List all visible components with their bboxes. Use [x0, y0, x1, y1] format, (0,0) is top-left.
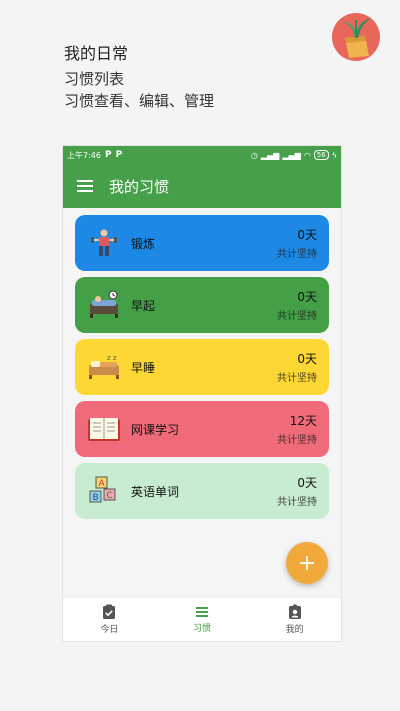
phone-screen: 上午7:46 P P ◷ ▂▄▆ ▂▄▆ ◠ 56 ϟ 我的习惯 锻炼 0天 共…	[62, 145, 342, 642]
notification-p-icon-2: P	[115, 150, 123, 160]
app-logo	[331, 8, 381, 62]
abc-blocks-icon: A B C	[87, 474, 121, 508]
bottom-nav: 今日 习惯 我的	[63, 597, 341, 641]
svg-text:z z: z z	[107, 354, 117, 362]
alarm-bed-icon	[87, 288, 121, 322]
nav-label: 我的	[285, 625, 304, 635]
habit-card-online-course[interactable]: 网课学习 12天 共计坚持	[75, 401, 329, 457]
habit-name: 早睡	[131, 360, 156, 375]
habit-days-label: 共计坚持	[277, 435, 317, 446]
add-habit-button[interactable]: +	[286, 542, 328, 584]
nav-item-today[interactable]: 今日	[63, 598, 156, 641]
habit-days-label: 共计坚持	[277, 373, 317, 384]
svg-text:B: B	[93, 493, 99, 503]
status-time: 上午7:46	[67, 150, 101, 160]
promo-line-2: 习惯查看、编辑、管理	[64, 92, 215, 110]
habit-name: 英语单词	[131, 484, 180, 499]
battery-icon: 56	[313, 150, 329, 160]
habit-days: 12天	[289, 414, 317, 428]
habit-list: 锻炼 0天 共计坚持 早起 0天 共计坚持 z z 早睡 0天 共计坚持 网课学…	[63, 208, 341, 519]
plus-icon: +	[297, 550, 317, 576]
signal-icon: ▂▄▆	[260, 150, 280, 160]
svg-text:A: A	[99, 479, 106, 489]
habit-days: 0天	[297, 476, 317, 490]
nav-item-mine[interactable]: 我的	[248, 598, 341, 641]
habit-name: 早起	[131, 298, 156, 313]
list-icon	[196, 607, 208, 617]
promo-line-1: 习惯列表	[64, 70, 125, 88]
promo-subtitle: 习惯列表 习惯查看、编辑、管理	[64, 68, 214, 112]
habit-card-english-words[interactable]: A B C 英语单词 0天 共计坚持	[75, 463, 329, 519]
book-icon	[87, 412, 121, 446]
nav-label: 今日	[100, 625, 119, 635]
habit-days-label: 共计坚持	[277, 249, 317, 260]
signal-icon-2: ▂▄▆	[282, 150, 301, 160]
habit-days-label: 共计坚持	[277, 311, 317, 322]
charging-icon: ϟ	[331, 150, 337, 160]
nav-label: 习惯	[193, 624, 212, 634]
habit-name: 网课学习	[131, 422, 180, 437]
profile-badge-icon	[288, 604, 301, 619]
habit-days: 0天	[297, 352, 317, 366]
habit-days: 0天	[297, 290, 317, 304]
menu-icon[interactable]	[77, 180, 93, 192]
habit-days-label: 共计坚持	[277, 497, 317, 508]
habit-card-exercise[interactable]: 锻炼 0天 共计坚持	[75, 215, 329, 271]
habit-days: 0天	[297, 228, 317, 242]
app-bar: 我的习惯	[63, 164, 341, 208]
sleep-bed-icon: z z	[87, 350, 121, 384]
habit-name: 锻炼	[131, 236, 156, 251]
alarm-icon: ◷	[250, 150, 258, 160]
promo-title: 我的日常	[64, 44, 129, 63]
habit-card-early-sleep[interactable]: z z 早睡 0天 共计坚持	[75, 339, 329, 395]
clipboard-check-icon	[103, 604, 116, 619]
nav-item-habits[interactable]: 习惯	[156, 598, 249, 641]
app-bar-title: 我的习惯	[109, 177, 170, 196]
status-bar: 上午7:46 P P ◷ ▂▄▆ ▂▄▆ ◠ 56 ϟ	[63, 146, 341, 164]
wifi-icon: ◠	[303, 150, 311, 160]
exercise-icon	[87, 226, 121, 260]
notification-p-icon: P	[104, 150, 112, 160]
svg-text:C: C	[107, 491, 113, 501]
habit-card-early-rise[interactable]: 早起 0天 共计坚持	[75, 277, 329, 333]
